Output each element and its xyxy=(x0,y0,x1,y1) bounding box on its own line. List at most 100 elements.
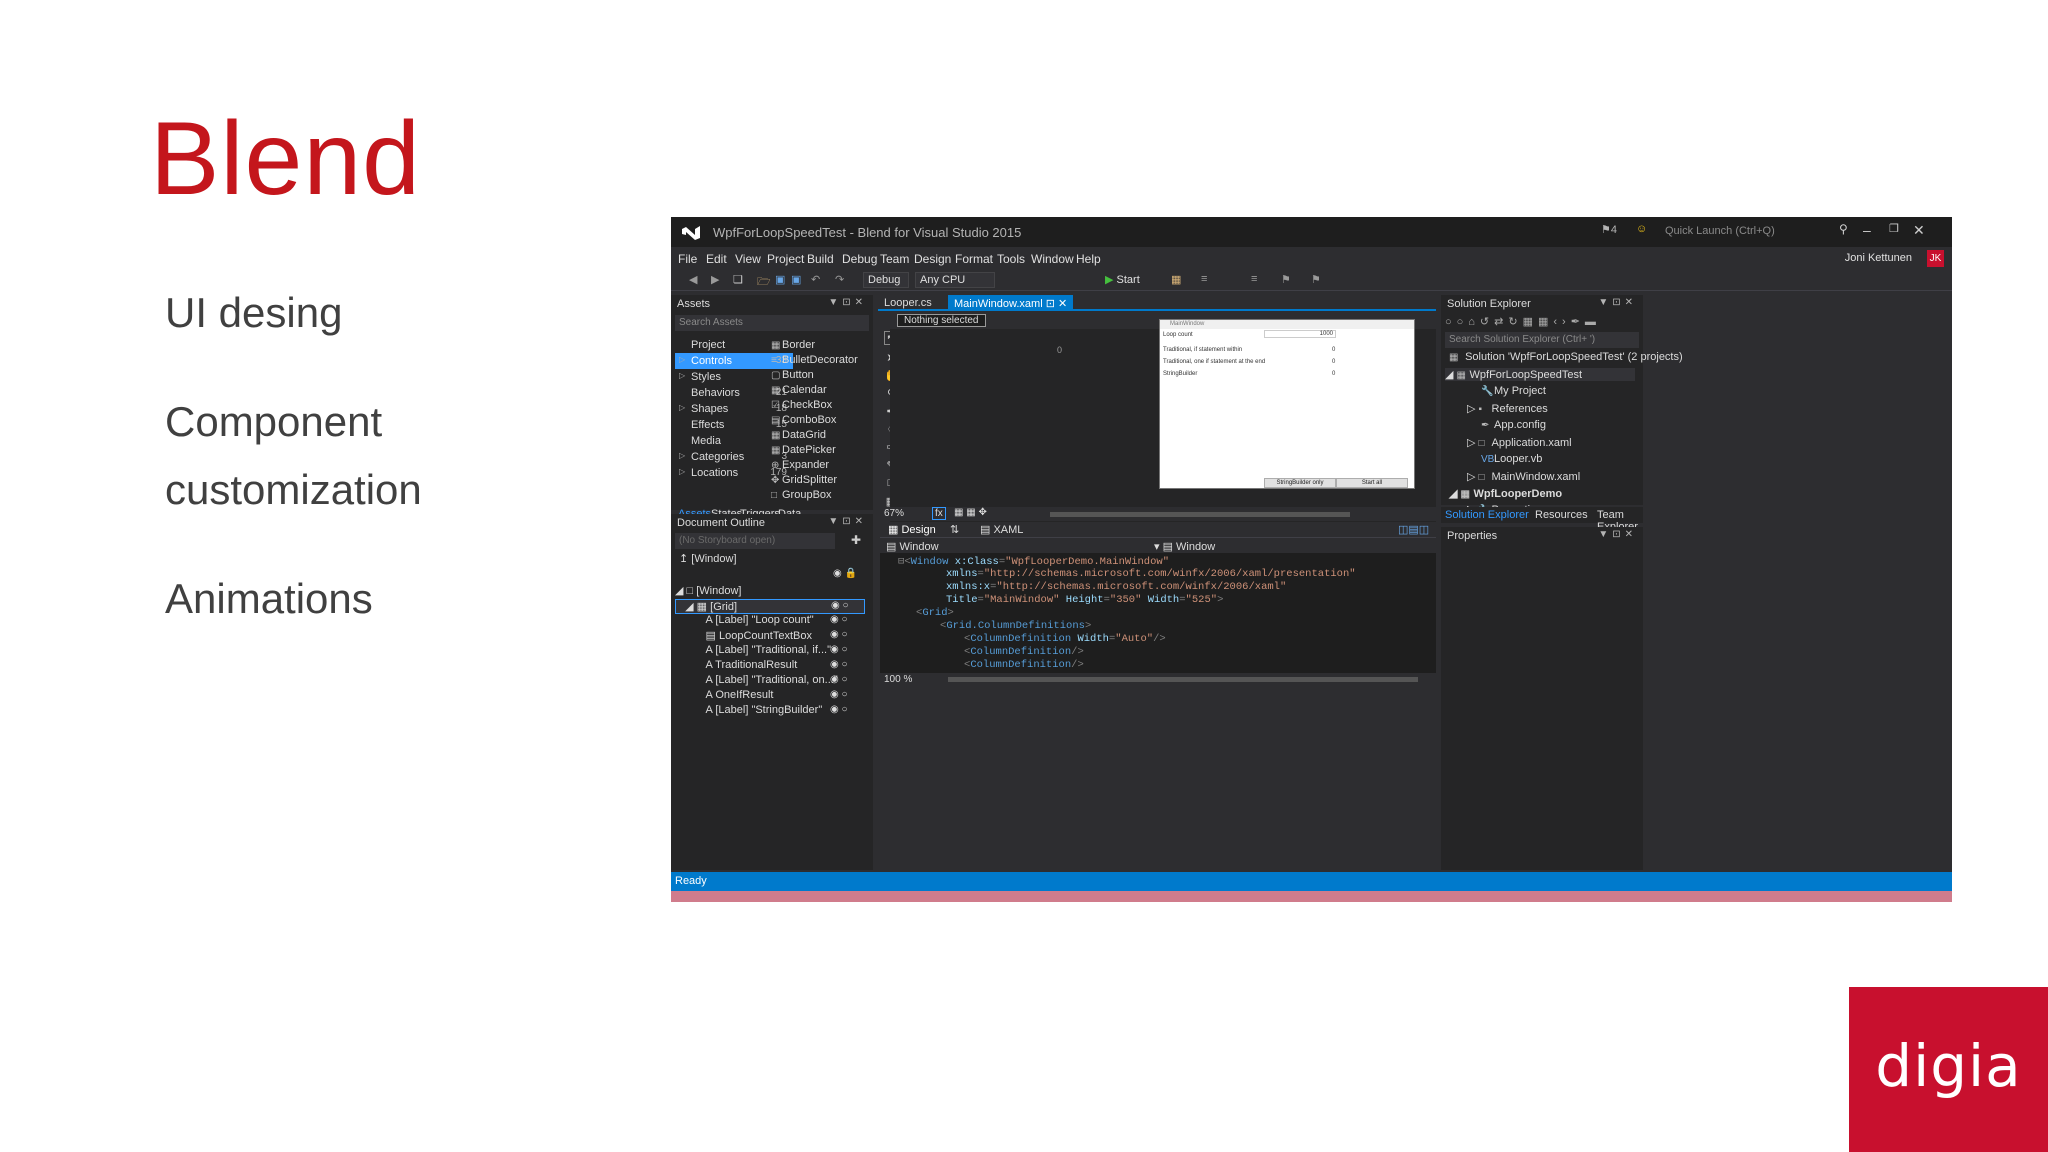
artboard-loopcount-textbox[interactable]: 1000 xyxy=(1264,330,1336,338)
artboard-stringbuilder-button[interactable]: StringBuilder only xyxy=(1264,478,1336,488)
undo-icon[interactable]: ↶ xyxy=(811,273,820,286)
asset-control-datagrid[interactable]: ▦ DataGrid xyxy=(771,429,826,441)
grid-toggle-icon[interactable]: ▦ ▦ ✥ xyxy=(954,507,987,518)
outline-row-label-stringbuilder[interactable]: A [Label] "StringBuilder" ◉ ○ xyxy=(675,704,865,716)
bookmark-icon[interactable]: ⚑ xyxy=(1281,273,1291,286)
eye-icon[interactable]: ◉ ○ xyxy=(830,659,848,670)
menu-tools[interactable]: Tools xyxy=(997,252,1025,266)
outline-row-label-traditional-on[interactable]: A [Label] "Traditional, on..." ◉ ○ xyxy=(675,674,865,686)
outline-window-scope[interactable]: ↥ [Window] xyxy=(679,552,869,565)
indent-icon[interactable]: ≡ xyxy=(1251,273,1257,285)
bookmark-next-icon[interactable]: ⚑ xyxy=(1311,273,1321,286)
platform-select[interactable]: Any CPU xyxy=(915,272,995,288)
eye-icon[interactable]: ◉ ○ xyxy=(830,704,848,715)
asset-control-groupbox[interactable]: □ GroupBox xyxy=(771,489,832,501)
scope-right-select[interactable]: ▾ ▤ Window xyxy=(1154,540,1215,553)
outline-row-oneif-result[interactable]: A OneIfResult ◉ ○ xyxy=(675,689,865,701)
eye-icon[interactable]: ◉ ○ xyxy=(830,614,848,625)
start-button[interactable]: ▶ Start xyxy=(1105,273,1140,286)
menu-format[interactable]: Format xyxy=(955,252,993,266)
save-all-icon[interactable]: ▣ xyxy=(791,273,801,286)
solution-row[interactable]: VBLooper.vb xyxy=(1481,453,1542,465)
swap-panes-icon[interactable]: ⇅ xyxy=(950,523,959,536)
tab-design[interactable]: ▦ Design xyxy=(888,523,936,536)
xaml-editor[interactable]: ⊟<Window x:Class="WpfLooperDemo.MainWind… xyxy=(880,553,1436,831)
search-solution-explorer-input[interactable]: Search Solution Explorer (Ctrl+ ') xyxy=(1445,332,1639,348)
new-project-icon[interactable]: ❏ xyxy=(733,273,743,286)
solution-row[interactable]: ▷ □ MainWindow.xaml xyxy=(1467,470,1580,483)
quick-launch-input[interactable]: Quick Launch (Ctrl+Q) xyxy=(1659,221,1837,241)
menu-file[interactable]: File xyxy=(678,252,697,266)
asset-control-checkbox[interactable]: ☑ CheckBox xyxy=(771,399,832,411)
artboard-start-all-button[interactable]: Start all xyxy=(1336,478,1408,488)
menu-help[interactable]: Help xyxy=(1076,252,1101,266)
eye-icon[interactable]: ◉ ○ xyxy=(830,629,848,640)
storyboard-select[interactable]: (No Storyboard open) xyxy=(675,533,835,549)
feedback-smiley-icon[interactable]: ☺ xyxy=(1636,223,1647,235)
forward-icon[interactable]: ▶ xyxy=(711,273,719,286)
menu-team[interactable]: Team xyxy=(880,252,909,266)
tab-resources[interactable]: Resources xyxy=(1535,509,1588,521)
search-assets-input[interactable]: Search Assets xyxy=(675,315,869,331)
open-folder-icon[interactable]: 🗁 xyxy=(757,273,771,292)
asset-control-bulletdecorator[interactable]: ≡ BulletDecorator xyxy=(771,354,858,366)
eye-icon[interactable]: ◉ ○ xyxy=(830,644,848,655)
panel-pin-close-icon[interactable]: ▼⊡✕ xyxy=(828,297,867,308)
menu-edit[interactable]: Edit xyxy=(706,252,727,266)
code-zoom-select[interactable]: 100 % xyxy=(884,674,912,685)
close-button[interactable]: ✕ xyxy=(1913,222,1925,239)
add-storyboard-icon[interactable]: ✚ xyxy=(851,533,861,547)
asset-control-datepicker[interactable]: ▦ DatePicker xyxy=(771,444,836,456)
debug-tools-icon[interactable]: ≡ xyxy=(1201,273,1207,285)
asset-control-button[interactable]: ▢ Button xyxy=(771,369,814,381)
outline-row-window[interactable]: ◢ □ [Window] xyxy=(675,584,865,597)
restore-button[interactable]: ❐ xyxy=(1889,222,1899,235)
split-layout-icon[interactable]: ◫▤◫ xyxy=(1398,523,1429,536)
panel-pin-close-icon[interactable]: ▼⊡✕ xyxy=(828,516,867,527)
notifications-flag-icon[interactable]: ⚑4 xyxy=(1601,223,1617,236)
solution-row-selected[interactable]: ◢ ▦ WpfForLoopSpeedTest xyxy=(1445,368,1635,381)
menu-debug[interactable]: Debug xyxy=(842,252,877,266)
menu-view[interactable]: View xyxy=(735,252,761,266)
menu-build[interactable]: Build xyxy=(807,252,834,266)
asset-control-expander[interactable]: ⊕ Expander xyxy=(771,459,829,471)
outline-row-label-traditional-if[interactable]: A [Label] "Traditional, if..." ◉ ○ xyxy=(675,644,865,656)
solution-row[interactable]: ✒ App.config xyxy=(1481,419,1546,431)
save-icon[interactable]: ▣ xyxy=(775,273,785,286)
user-name[interactable]: Joni Kettunen xyxy=(1845,252,1912,264)
solution-row[interactable]: ▦ Solution 'WpfForLoopSpeedTest' (2 proj… xyxy=(1449,351,1683,363)
outline-row-traditional-result[interactable]: A TraditionalResult ◉ ○ xyxy=(675,659,865,671)
panel-pin-close-icon[interactable]: ▼⊡✕ xyxy=(1598,529,1637,540)
menu-design[interactable]: Design xyxy=(914,252,951,266)
eye-icon[interactable]: ◉ ○ xyxy=(830,674,848,685)
artboard-mainwindow[interactable]: MainWindow Loop count 1000 Traditional, … xyxy=(1159,319,1415,489)
tab-mainwindow-xaml[interactable]: MainWindow.xaml ⊡ ✕ xyxy=(948,295,1074,311)
asset-control-calendar[interactable]: ▦ Calendar xyxy=(771,384,827,396)
asset-control-combobox[interactable]: ▤ ComboBox xyxy=(771,414,836,426)
menu-window[interactable]: Window xyxy=(1031,252,1074,266)
code-horizontal-scrollbar[interactable] xyxy=(948,677,1418,682)
tab-looper-cs[interactable]: Looper.cs xyxy=(878,295,938,311)
solution-explorer-toolbar[interactable]: ○○⌂↺⇄↻▦▦‹›✒▬ xyxy=(1445,315,1601,328)
scope-left-select[interactable]: ▤ Window xyxy=(886,540,939,553)
tab-solution-explorer[interactable]: Solution Explorer xyxy=(1445,509,1529,521)
horizontal-scrollbar[interactable] xyxy=(1050,512,1350,517)
redo-icon[interactable]: ↷ xyxy=(835,273,844,286)
outline-row-label-loop[interactable]: A [Label] "Loop count" ◉ ○ xyxy=(675,614,865,626)
toolbox-icon[interactable]: ▦ xyxy=(1171,273,1181,286)
asset-control-gridsplitter[interactable]: ✥ GridSplitter xyxy=(771,474,837,486)
outline-row-grid[interactable]: ◢ ▦ [Grid] ◉ ○ xyxy=(675,599,865,614)
minimize-button[interactable]: – xyxy=(1863,222,1871,238)
search-icon[interactable]: ⚲ xyxy=(1839,222,1848,236)
configuration-select[interactable]: Debug xyxy=(863,272,909,288)
menu-project[interactable]: Project xyxy=(767,252,804,266)
tab-xaml[interactable]: ▤ XAML xyxy=(980,523,1023,536)
solution-row[interactable]: ▷ □ Application.xaml xyxy=(1467,436,1572,449)
zoom-level-select[interactable]: 67% xyxy=(884,508,904,519)
outline-row-loopcount-textbox[interactable]: ▤ LoopCountTextBox ◉ ○ xyxy=(675,629,865,642)
solution-row[interactable]: ▷ ▪ References xyxy=(1467,402,1548,415)
eye-icon[interactable]: ◉ ○ xyxy=(831,600,849,611)
panel-pin-close-icon[interactable]: ▼⊡✕ xyxy=(1598,297,1637,308)
eye-icon[interactable]: ◉ ○ xyxy=(830,689,848,700)
visibility-eye-icon[interactable]: ◉ 🔒 xyxy=(833,568,857,579)
